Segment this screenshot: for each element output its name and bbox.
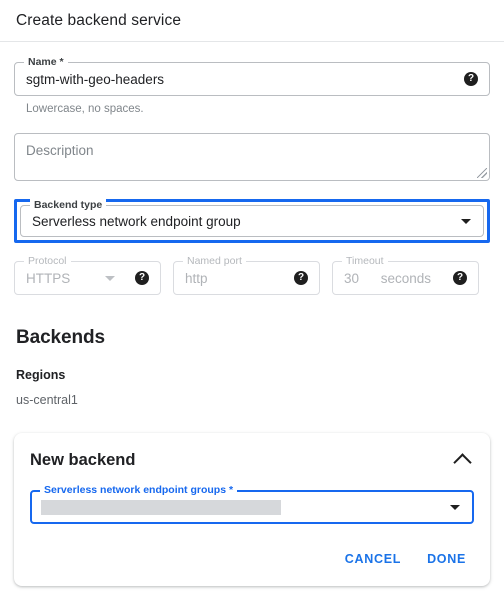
serverless-neg-select[interactable]: Serverless network endpoint groups *	[30, 484, 474, 524]
help-icon[interactable]: ?	[294, 271, 308, 285]
name-input[interactable]: sgtm-with-geo-headers	[15, 72, 456, 87]
name-field-label: Name *	[24, 56, 68, 68]
protocol-select: Protocol HTTPS ?	[14, 255, 161, 295]
page-header: Create backend service	[0, 0, 504, 42]
protocol-caret-slot	[93, 275, 127, 281]
name-hint-text: Lowercase, no spaces.	[26, 103, 144, 115]
name-field[interactable]: Name * sgtm-with-geo-headers ?	[14, 56, 490, 96]
regions-label: Regions	[16, 368, 66, 382]
timeout-label: Timeout	[342, 255, 388, 267]
help-icon[interactable]: ?	[464, 72, 478, 86]
chevron-down-icon[interactable]	[461, 218, 471, 224]
new-backend-card: New backend Serverless network endpoint …	[14, 433, 490, 586]
named-port-help-slot[interactable]: ?	[286, 271, 319, 285]
new-backend-card-actions: CANCEL DONE	[30, 546, 474, 572]
chevron-up-icon[interactable]	[453, 453, 472, 472]
page-title: Create backend service	[16, 11, 182, 29]
backend-type-select[interactable]: Backend type Serverless network endpoint…	[20, 199, 484, 237]
named-port-value: http	[185, 270, 208, 286]
chevron-down-icon[interactable]	[450, 504, 460, 510]
cancel-button[interactable]: CANCEL	[337, 546, 409, 572]
timeout-unit-suffix: seconds	[380, 270, 431, 286]
named-port-field: Named port http ?	[173, 255, 320, 295]
form-body: Name * sgtm-with-geo-headers ? Lowercase…	[0, 56, 504, 586]
description-field[interactable]: Description	[14, 133, 490, 181]
chevron-down-icon	[105, 275, 115, 281]
backends-section-title: Backends	[16, 327, 105, 348]
serverless-neg-value-redacted	[41, 499, 281, 515]
timeout-value: 30	[344, 270, 360, 286]
regions-value: us-central1	[16, 393, 78, 407]
backend-type-caret-slot[interactable]	[449, 218, 483, 224]
protocol-value: HTTPS	[26, 270, 71, 286]
help-icon[interactable]: ?	[453, 271, 467, 285]
name-help-slot[interactable]: ?	[456, 72, 489, 86]
done-button[interactable]: DONE	[419, 546, 474, 572]
help-icon[interactable]: ?	[135, 271, 149, 285]
new-backend-title: New backend	[30, 451, 136, 469]
serverless-neg-label: Serverless network endpoint groups *	[40, 484, 238, 496]
protocol-port-timeout-row: Protocol HTTPS ? Named port http ? Timeo…	[14, 255, 490, 295]
protocol-label: Protocol	[24, 255, 71, 267]
new-backend-card-header[interactable]: New backend	[30, 451, 474, 472]
backend-type-label: Backend type	[30, 199, 107, 211]
resize-handle-icon[interactable]	[477, 168, 487, 178]
timeout-field: Timeout 30 seconds ?	[332, 255, 479, 295]
serverless-neg-caret-slot[interactable]	[438, 504, 472, 510]
named-port-label: Named port	[183, 255, 246, 267]
description-textarea[interactable]: Description	[15, 134, 94, 158]
protocol-help-slot[interactable]: ?	[127, 271, 160, 285]
backend-type-highlight-ring: Backend type Serverless network endpoint…	[14, 199, 490, 243]
timeout-help-slot[interactable]: ?	[445, 271, 478, 285]
backend-type-value: Serverless network endpoint group	[32, 213, 241, 229]
